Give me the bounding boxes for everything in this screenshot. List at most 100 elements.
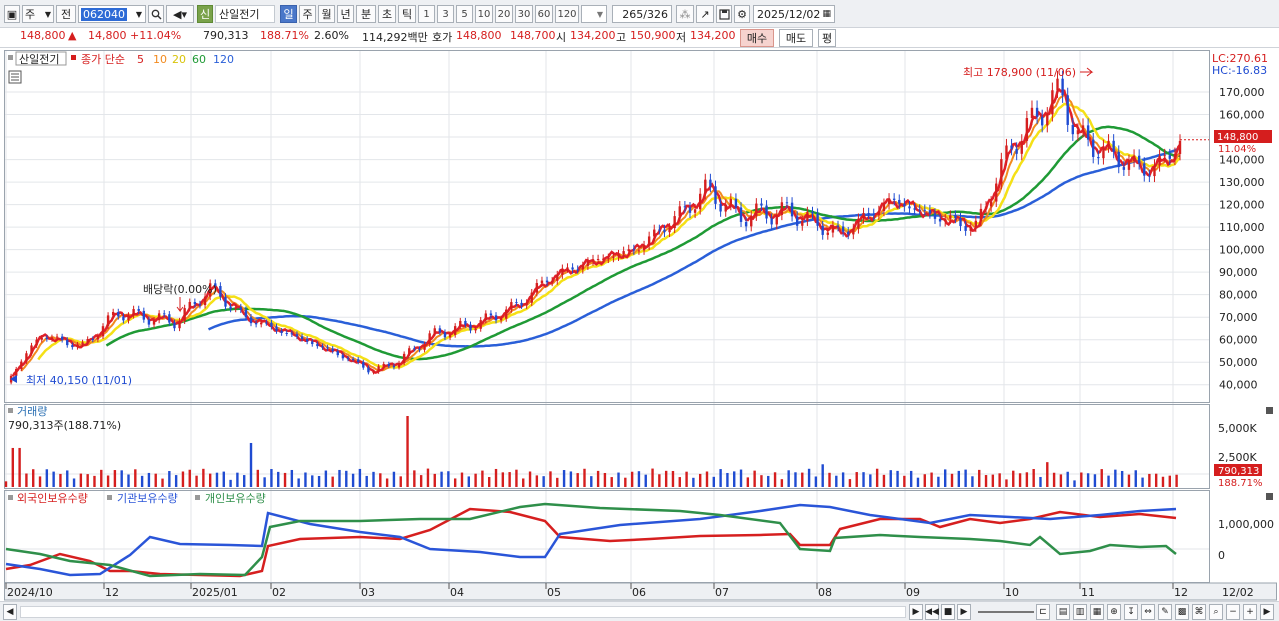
interval-60[interactable]: 60 [535, 5, 553, 23]
interval-20[interactable]: 20 [495, 5, 513, 23]
chart-area[interactable]: 산일전기 종가 단순 5 10 20 60 120 최고 178,900 (11… [0, 49, 1279, 601]
draw-icon[interactable]: ✎ [1158, 604, 1172, 620]
count-total: /326 [643, 7, 668, 21]
tab-week[interactable]: 주 [299, 5, 316, 23]
tab-second[interactable]: 초 [378, 5, 396, 23]
custom-interval-select[interactable]: ▼ [581, 5, 607, 23]
candle-body [55, 336, 59, 338]
ma-60: 60 [192, 53, 206, 66]
tab-day[interactable]: 일 [280, 5, 297, 23]
candle-body [964, 226, 967, 231]
volume-bar [692, 477, 695, 487]
tab-minute[interactable]: 분 [356, 5, 376, 23]
candle-body [270, 322, 273, 327]
rewind-icon[interactable]: ◀◀ [925, 604, 939, 620]
candle-body [596, 259, 600, 261]
count-field[interactable]: 265/326 [612, 5, 672, 23]
zoom-icon[interactable]: ⌕ [1209, 604, 1223, 620]
interval-3[interactable]: 3 [437, 5, 454, 23]
save-icon[interactable] [716, 5, 732, 23]
volume-bar [331, 476, 334, 487]
play-icon[interactable]: ▶ [957, 604, 971, 620]
draw-tool-icon[interactable]: ↗ [696, 5, 714, 23]
panel-close-icon[interactable] [1266, 493, 1273, 500]
scroll-track[interactable] [20, 606, 906, 618]
candle-body [653, 229, 656, 237]
eval-button[interactable]: 평 [818, 29, 836, 47]
speed-slider[interactable] [978, 611, 1034, 613]
candle-body [938, 218, 942, 222]
sell-button[interactable]: 매도 [779, 29, 813, 47]
volume-bar [256, 469, 260, 487]
volume-bar [385, 478, 389, 487]
interval-1[interactable]: 1 [418, 5, 435, 23]
compare-icon[interactable]: ⁂ [676, 5, 694, 23]
stop-icon[interactable]: ■ [941, 604, 955, 620]
horizontal-scrollbar[interactable]: ◀ ▶ ◀◀ ■ ▶ ⊏ ▤ ▥ ▦ ⊕ ↧ ⇔ ✎ ▩ ⌘ ⌕ − + ▶ [0, 601, 1279, 621]
layout-icon[interactable]: ▤ [1056, 604, 1070, 620]
date-input[interactable]: 2025/12/02 ▦ [753, 5, 835, 23]
tab-tick[interactable]: 틱 [398, 5, 416, 23]
interval-120[interactable]: 120 [555, 5, 579, 23]
x-axis-right-label: 12/02 [1222, 586, 1254, 599]
interval-30[interactable]: 30 [515, 5, 533, 23]
zoom-out-icon[interactable]: − [1226, 604, 1240, 620]
candle-body [254, 323, 258, 325]
x-axis-label: 02 [272, 586, 286, 599]
volume-bar [664, 470, 668, 487]
prev-button[interactable]: 전 [56, 5, 76, 23]
volume-bar [453, 478, 457, 487]
candle-body [520, 302, 523, 306]
candle-body [413, 348, 416, 350]
volume-bar [841, 472, 845, 487]
zoom-in-icon[interactable]: + [1243, 604, 1257, 620]
speaker-icon[interactable]: ◀▾ [166, 5, 194, 23]
volume-bar [1046, 462, 1049, 487]
tab-year[interactable]: 년 [337, 5, 354, 23]
scroll-end-icon[interactable]: ▶ [1260, 604, 1274, 620]
volume-bar [624, 477, 627, 487]
settings-icon[interactable]: ⌘ [1192, 604, 1206, 620]
search-icon[interactable] [148, 5, 164, 23]
crosshair-icon[interactable]: ⊕ [1107, 604, 1121, 620]
fit-icon[interactable]: ⇔ [1141, 604, 1155, 620]
volume-bar [59, 473, 62, 487]
scroll-left-icon[interactable]: ◀ [3, 604, 17, 620]
layout2-icon[interactable]: ▥ [1073, 604, 1087, 620]
panel-close-icon[interactable] [1266, 407, 1273, 414]
calendar-icon[interactable]: ▦ [822, 9, 831, 19]
tool-icon[interactable]: ⊏ [1036, 604, 1050, 620]
ma-10: 10 [153, 53, 167, 66]
candle-body [448, 334, 452, 338]
gear-icon[interactable]: ⚙ [734, 5, 750, 23]
candle-body [1143, 163, 1146, 176]
buy-button[interactable]: 매수 [740, 29, 774, 47]
code-input[interactable]: 062040 ▼ [78, 5, 146, 23]
pin-icon[interactable]: ↧ [1124, 604, 1138, 620]
scroll-right-icon[interactable]: ▶ [909, 604, 923, 620]
market-select[interactable]: 주 ▼ [22, 5, 54, 23]
volume-bar [807, 468, 811, 487]
volume-bar [916, 477, 920, 487]
candle-body [989, 201, 993, 207]
volume-bar [1066, 471, 1069, 487]
candle-body [944, 218, 947, 222]
grid-icon[interactable]: ▩ [1175, 604, 1189, 620]
tab-month[interactable]: 월 [318, 5, 335, 23]
window-menu-icon[interactable]: ▣ [4, 5, 20, 23]
volume-bar [399, 476, 402, 487]
code-value: 062040 [81, 7, 127, 21]
candle-body [704, 179, 707, 194]
volume-bar [726, 472, 729, 487]
x-axis-label: 07 [715, 586, 729, 599]
candle-body [627, 249, 630, 252]
volume-bar [576, 473, 579, 487]
interval-5[interactable]: 5 [456, 5, 473, 23]
layout3-icon[interactable]: ▦ [1090, 604, 1104, 620]
high-label: 고 [616, 31, 627, 44]
max-arrow-icon [1080, 67, 1094, 77]
interval-10[interactable]: 10 [475, 5, 493, 23]
quote-change: 14,800 [88, 29, 127, 42]
candle-body [459, 320, 462, 327]
candle-body [566, 267, 569, 269]
